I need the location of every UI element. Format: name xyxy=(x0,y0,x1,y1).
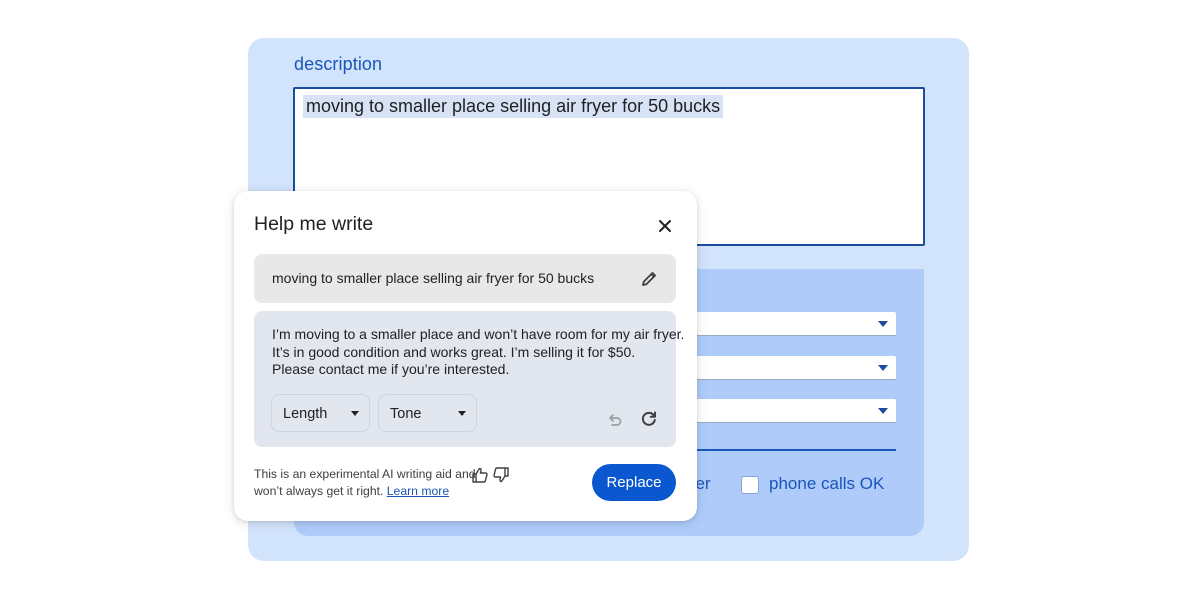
thumbs-down-button[interactable] xyxy=(492,466,510,484)
close-button[interactable] xyxy=(654,215,676,237)
generated-text-line: I’m moving to a smaller place and won’t … xyxy=(272,326,685,342)
dropdown-arrow-icon xyxy=(878,321,888,327)
generated-text-line: It’s in good condition and works great. … xyxy=(272,343,636,360)
thumbs-down-icon xyxy=(493,467,509,483)
thumbs-up-button[interactable] xyxy=(471,466,489,484)
edit-prompt-button[interactable] xyxy=(638,268,660,290)
help-me-write-dialog: Help me write moving to smaller place se… xyxy=(234,191,697,521)
tone-label: Tone xyxy=(390,406,422,422)
length-label: Length xyxy=(283,406,328,422)
dropdown-arrow-icon xyxy=(878,408,888,414)
refresh-icon xyxy=(641,411,656,426)
generated-text-line: Please contact me if you’re interested. xyxy=(272,361,510,377)
dialog-title: Help me write xyxy=(254,213,374,235)
tone-dropdown[interactable]: Tone xyxy=(378,394,477,432)
description-label: description xyxy=(294,54,383,74)
undo-button[interactable] xyxy=(606,410,626,430)
dropdown-arrow-icon xyxy=(878,365,888,371)
phone-calls-checkbox[interactable] xyxy=(741,476,759,494)
phone-calls-label[interactable]: phone calls OK xyxy=(769,474,884,494)
undo-icon xyxy=(609,414,622,426)
close-icon xyxy=(659,220,671,232)
regenerate-button[interactable] xyxy=(639,409,659,429)
prompt-text: moving to smaller place selling air frye… xyxy=(272,270,595,286)
dropdown-arrow-icon xyxy=(458,411,466,416)
length-dropdown[interactable]: Length xyxy=(271,394,370,432)
thumbs-up-icon xyxy=(472,467,488,483)
pencil-icon xyxy=(642,272,656,286)
disclaimer-line: This is an experimental AI writing aid a… xyxy=(254,467,476,481)
generated-text: I’m moving to a smaller place and won’t … xyxy=(272,326,685,379)
description-selected-text: moving to smaller place selling air frye… xyxy=(303,95,724,118)
learn-more-link[interactable]: Learn more xyxy=(387,484,449,498)
dropdown-arrow-icon xyxy=(351,411,359,416)
replace-button[interactable]: Replace xyxy=(592,464,676,501)
generated-result-box: I’m moving to a smaller place and won’t … xyxy=(254,311,685,447)
disclaimer-line: won’t always get it right. xyxy=(254,484,384,498)
ai-disclaimer: This is an experimental AI writing aid a… xyxy=(254,466,476,500)
prompt-box: moving to smaller place selling air frye… xyxy=(254,254,676,303)
